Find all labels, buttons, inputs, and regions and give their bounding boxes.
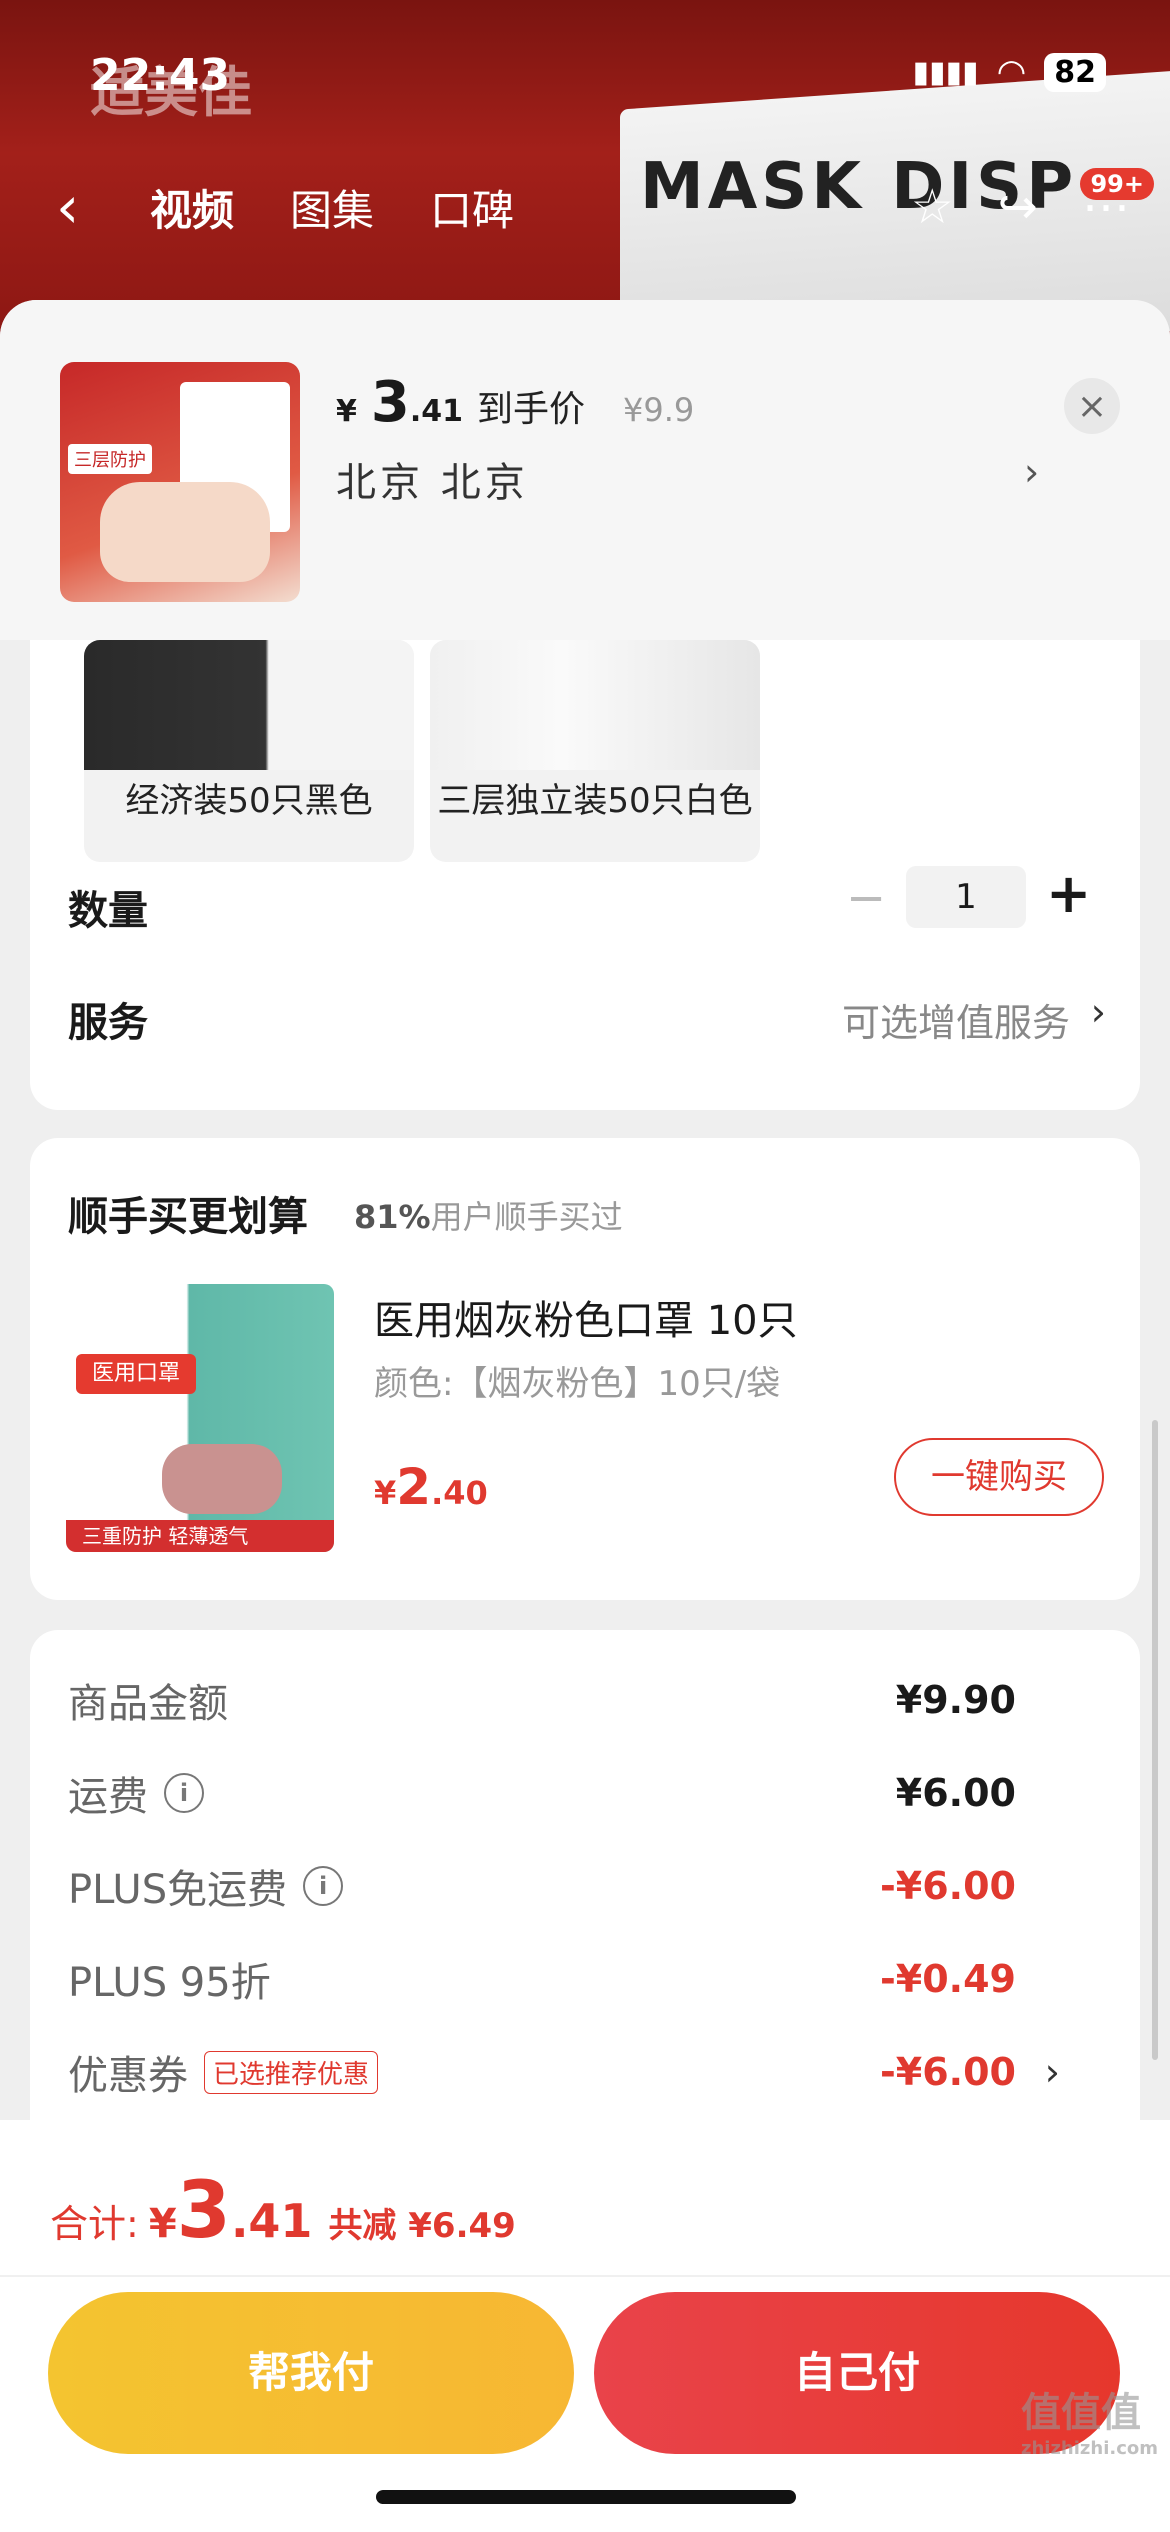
fee-label: PLUS免运费 i bbox=[68, 1857, 344, 1915]
variant-option[interactable]: 三层独立装50只白色 bbox=[430, 640, 760, 862]
variant-option[interactable]: 经济装50只黑色 bbox=[84, 640, 414, 862]
thumb-tag: 三层防护 bbox=[68, 444, 152, 474]
total-dec: .41 bbox=[230, 2194, 313, 2248]
fee-label: 商品金额 bbox=[68, 1681, 228, 1727]
divider bbox=[0, 2275, 1170, 2277]
recommend-sub-text: 用户顺手买过 bbox=[430, 1198, 623, 1236]
variant-image bbox=[84, 640, 414, 770]
recommend-price-dec: .40 bbox=[431, 1474, 488, 1512]
checkout-footer: 合计: ¥ 3 .41 共减 ¥6.49 帮我付 自己付 bbox=[0, 2120, 1170, 2532]
total-saved: 共减 ¥6.49 bbox=[328, 2206, 516, 2246]
nav-tabs: 视频 图集 口碑 bbox=[150, 177, 514, 238]
close-icon[interactable]: × bbox=[1064, 378, 1120, 434]
fee-value: -¥0.49 bbox=[880, 1957, 1016, 2001]
scrollbar[interactable] bbox=[1152, 1420, 1158, 2060]
fee-label: PLUS 95折 bbox=[68, 1960, 271, 2006]
original-price: ¥9.9 bbox=[623, 391, 695, 429]
delivery-location[interactable]: 北京 北京 bbox=[336, 450, 529, 508]
recommend-price-currency: ¥ bbox=[374, 1474, 397, 1512]
fee-value: -¥6.00 bbox=[880, 1864, 1016, 1908]
recommend-image[interactable]: 医用口罩 三重防护 轻薄透气 bbox=[66, 1284, 334, 1552]
star-icon[interactable]: ☆ bbox=[911, 179, 954, 235]
watermark: 值值值 zhizhizhi.com bbox=[1020, 2390, 1158, 2459]
fee-breakdown-card: 商品金额 ¥9.90 运费 i ¥6.00 PLUS免运费 i -¥6.00 PLU… bbox=[30, 1630, 1140, 2150]
recommend-spec: 颜色:【烟灰粉色】10只/袋 bbox=[374, 1364, 781, 1404]
variant-image bbox=[430, 640, 760, 770]
recommend-image-banner: 三重防护 轻薄透气 bbox=[66, 1520, 334, 1552]
status-icons: ▮▮▮▮ ◠ 82 bbox=[913, 52, 1106, 92]
price-int: 3 bbox=[370, 370, 410, 435]
recommend-price-int: 2 bbox=[396, 1458, 432, 1516]
tab-video[interactable]: 视频 bbox=[150, 177, 234, 238]
fee-value: -¥6.00 bbox=[880, 2050, 1016, 2094]
info-icon[interactable]: i bbox=[303, 1866, 344, 1906]
recommend-image-tag: 医用口罩 bbox=[76, 1354, 196, 1394]
price-currency: ¥ bbox=[336, 394, 357, 429]
coupon-row[interactable]: 优惠券 已选推荐优惠 -¥6.00 › bbox=[68, 2042, 1108, 2102]
fee-value: ¥9.90 bbox=[895, 1678, 1016, 1722]
fee-value: ¥6.00 bbox=[895, 1771, 1016, 1815]
tab-reviews[interactable]: 口碑 bbox=[430, 177, 514, 238]
chevron-right-icon[interactable]: › bbox=[1045, 2050, 1060, 2094]
chevron-right-icon[interactable]: › bbox=[1024, 450, 1039, 494]
service-label: 服务 bbox=[68, 1000, 148, 1046]
fee-row: PLUS 95折 -¥0.49 bbox=[68, 1949, 1108, 2009]
recommend-percent: 81% bbox=[354, 1198, 431, 1236]
recommend-title: 顺手买更划算 bbox=[68, 1194, 308, 1240]
price-dec: .41 bbox=[409, 394, 463, 429]
price-row: ¥ 3 .41 到手价 ¥9.9 bbox=[336, 370, 694, 435]
plus-icon[interactable]: + bbox=[1046, 862, 1091, 925]
price-tag: 到手价 bbox=[477, 389, 586, 430]
fee-label: 优惠券 已选推荐优惠 bbox=[68, 2043, 379, 2101]
chevron-right-icon[interactable]: › bbox=[1091, 990, 1106, 1034]
share-icon[interactable]: ↪ bbox=[998, 179, 1038, 235]
total-price: 合计: ¥ 3 .41 共减 ¥6.49 bbox=[50, 2166, 516, 2256]
home-indicator[interactable] bbox=[376, 2490, 796, 2504]
total-label: 合计: bbox=[50, 2202, 139, 2246]
status-time: 22:43 bbox=[90, 50, 231, 101]
variant-label: 经济装50只黑色 bbox=[125, 781, 373, 821]
help-pay-button[interactable]: 帮我付 bbox=[48, 2292, 574, 2454]
signal-icon: ▮▮▮▮ bbox=[912, 54, 979, 90]
recommend-price: ¥ 2 .40 bbox=[374, 1458, 488, 1516]
battery-icon: 82 bbox=[1044, 52, 1106, 92]
fee-row: 运费 i ¥6.00 bbox=[68, 1763, 1108, 1823]
fee-row: PLUS免运费 i -¥6.00 bbox=[68, 1856, 1108, 1916]
quantity-input[interactable]: 1 bbox=[906, 866, 1026, 928]
tab-gallery[interactable]: 图集 bbox=[290, 177, 374, 238]
top-nav: ‹ 视频 图集 口碑 ☆ ↪ ⋯ bbox=[0, 172, 1170, 242]
message-badge: 99+ bbox=[1080, 168, 1154, 200]
quantity-label: 数量 bbox=[68, 888, 148, 934]
minus-icon[interactable]: − bbox=[846, 870, 886, 926]
wifi-icon: ◠ bbox=[996, 52, 1027, 92]
info-icon[interactable]: i bbox=[164, 1773, 204, 1813]
coupon-tag: 已选推荐优惠 bbox=[204, 2050, 379, 2094]
recommend-card: 顺手买更划算 81%用户顺手买过 医用口罩 三重防护 轻薄透气 医用烟灰粉色口罩… bbox=[30, 1138, 1140, 1600]
variant-label: 三层独立装50只白色 bbox=[437, 781, 753, 821]
recommend-subtitle: 81%用户顺手买过 bbox=[354, 1192, 623, 1238]
fee-row: 商品金额 ¥9.90 bbox=[68, 1670, 1108, 1730]
fee-label: 运费 i bbox=[68, 1764, 204, 1822]
product-summary: 三层防护 ¥ 3 .41 到手价 ¥9.9 北京 北京 › × bbox=[0, 300, 1170, 640]
service-value[interactable]: 可选增值服务 bbox=[842, 992, 1070, 1047]
total-int: 3 bbox=[176, 2166, 231, 2256]
product-thumbnail: 三层防护 bbox=[60, 362, 300, 602]
back-icon[interactable]: ‹ bbox=[56, 173, 79, 241]
one-click-buy-button[interactable]: 一键购买 bbox=[894, 1438, 1104, 1516]
recommend-name[interactable]: 医用烟灰粉色口罩 10只 bbox=[374, 1288, 798, 1346]
total-currency: ¥ bbox=[148, 2201, 177, 2247]
